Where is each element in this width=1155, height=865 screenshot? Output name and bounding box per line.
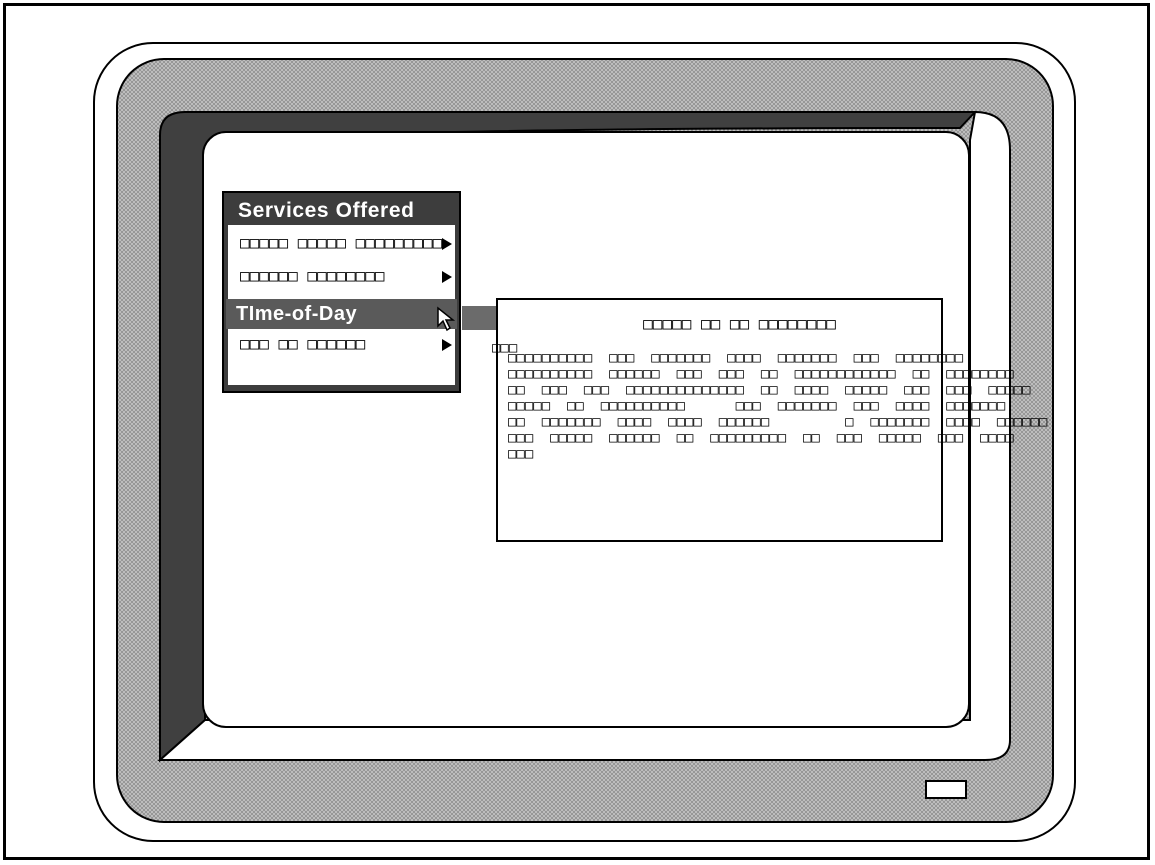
submenu-arrow-icon: [442, 238, 452, 250]
help-title: □□□□□ □□ □□ □□□□□□□□: [643, 314, 836, 333]
help-overflow-label: □□□: [492, 340, 518, 356]
menu-item-label: □□□□□ □□□□□ □□□□□□□□□: [240, 233, 443, 252]
menu-item-list: □□□□□ □□□□□ □□□□□□□□□ □□□□□□ □□□□□□□□ TI…: [226, 225, 457, 385]
menu-title: Services Offered: [238, 199, 415, 222]
menu-item-label: TIme-of-Day: [236, 303, 358, 325]
help-body-text: □□□□□□□□□□ □□□ □□□□□□□ □□□□ □□□□□□□ □□□ …: [508, 350, 1048, 462]
menu-item-1[interactable]: □□□□□ □□□□□ □□□□□□□□□: [230, 228, 453, 258]
submenu-arrow-icon: [442, 339, 452, 351]
menu-item-label: □□□ □□ □□□□□□: [240, 334, 366, 353]
power-indicator: [925, 780, 967, 799]
mouse-cursor-icon: [437, 306, 456, 332]
menu-item-time-of-day[interactable]: TIme-of-Day: [226, 299, 457, 329]
services-menu: Services Offered □□□□□ □□□□□ □□□□□□□□□ □…: [222, 191, 461, 393]
menu-item-label: □□□□□□ □□□□□□□□: [240, 266, 385, 285]
submenu-arrow-icon: [442, 271, 452, 283]
menu-item-2[interactable]: □□□□□□ □□□□□□□□: [230, 261, 453, 291]
menu-item-4[interactable]: □□□ □□ □□□□□□: [230, 329, 453, 359]
